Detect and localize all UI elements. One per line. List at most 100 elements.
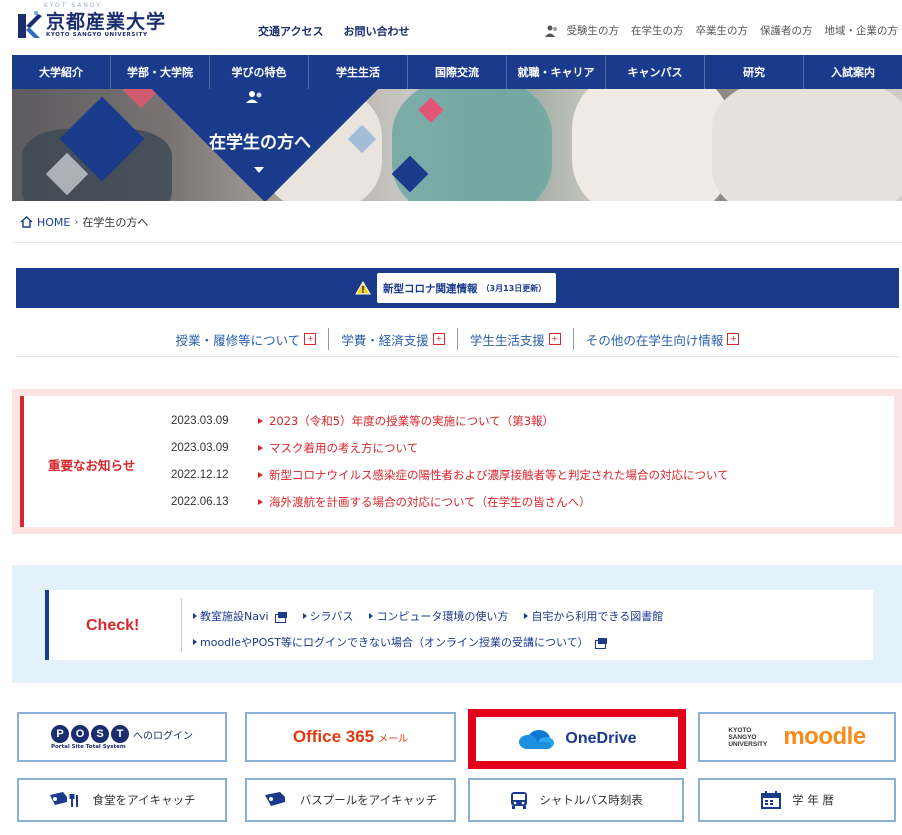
post-logo: P O S T Portal Site Total System xyxy=(51,724,129,750)
classroom-navi-link[interactable]: 教室施設Navi xyxy=(193,608,287,624)
gnav-research[interactable]: 研究 xyxy=(705,55,804,89)
login-trouble-link[interactable]: moodleやPOST等にログインできない場合（オンライン授業の受講について） xyxy=(193,634,607,650)
hero-banner: 在学生の方へ xyxy=(12,89,902,201)
link-label: moodleやPOST等にログインできない場合（オンライン授業の受講について） xyxy=(200,636,589,649)
bus-pool-eyecatch-button[interactable]: バスプールをアイキャッチ xyxy=(245,778,456,822)
plus-icon: + xyxy=(304,333,317,345)
post-letter: T xyxy=(111,724,129,743)
onedrive-button[interactable]: OneDrive xyxy=(468,709,686,769)
triangle-right-icon xyxy=(302,613,307,619)
triangle-right-icon xyxy=(258,498,263,505)
breadcrumb: HOME › 在学生の方へ xyxy=(20,214,148,230)
moodle-logo: moodle xyxy=(783,723,866,750)
triangle-right-icon xyxy=(258,417,263,424)
link-label: 自宅から利用できる図書館 xyxy=(531,610,664,623)
remote-library-link[interactable]: 自宅から利用できる図書館 xyxy=(524,608,663,624)
notice-list: 2023.03.09 2023（令和5）年度の授業等の実施について（第3報） 2… xyxy=(171,407,729,515)
syllabus-link[interactable]: シラバス xyxy=(302,608,354,624)
gnav-campus[interactable]: キャンパス xyxy=(606,55,705,89)
post-letter: O xyxy=(71,724,89,743)
covid-info-label: 新型コロナ関連情報 xyxy=(383,282,478,295)
triangle-right-icon xyxy=(258,471,263,478)
logo-mark-icon xyxy=(18,11,42,38)
site-logo[interactable]: 京都産業大学 KYOTO SANGYO UNIVERSITY xyxy=(16,10,166,40)
breadcrumb-separator-icon: › xyxy=(74,216,79,228)
bus-icon xyxy=(511,792,528,809)
cafeteria-eyecatch-button[interactable]: 食堂をアイキャッチ xyxy=(17,778,227,822)
tab-tuition[interactable]: 学費・経済支援 + xyxy=(329,328,458,350)
divider xyxy=(12,242,902,243)
notice-title[interactable]: 2023（令和5）年度の授業等の実施について（第3報） xyxy=(269,413,554,429)
audience-parents[interactable]: 保護者の方 xyxy=(760,23,813,38)
tab-label: 授業・履修等について xyxy=(175,332,301,348)
computer-guide-link[interactable]: コンピュータ環境の使い方 xyxy=(369,608,508,624)
covid-info-link[interactable]: 新型コロナ関連情報 （3月13日更新） xyxy=(377,273,557,303)
camera-icon xyxy=(264,792,285,806)
gnav-features[interactable]: 学びの特色 xyxy=(210,55,309,89)
link-label: コンピュータ環境の使い方 xyxy=(376,610,509,623)
list-item[interactable]: 2022.12.12 新型コロナウイルス感染症の陽性者および濃厚接触者等と判定さ… xyxy=(171,461,729,488)
list-item[interactable]: 2022.06.13 海外渡航を計画する場合の対応について（在学生の皆さんへ） xyxy=(171,488,729,515)
post-letter: P xyxy=(51,724,69,743)
notice-date: 2023.03.09 xyxy=(171,414,229,427)
gnav-faculties[interactable]: 学部・大学院 xyxy=(111,55,210,89)
gnav-admissions[interactable]: 入試案内 xyxy=(804,55,902,89)
check-label: Check! xyxy=(86,617,140,634)
office365-mail-button[interactable]: Office 365 メール xyxy=(245,712,456,762)
tab-label: 学生生活支援 xyxy=(469,332,545,348)
office365-label: Office 365 xyxy=(292,727,375,746)
gnav-international[interactable]: 国際交流 xyxy=(408,55,507,89)
gnav-about[interactable]: 大学紹介 xyxy=(12,55,111,89)
moodle-button[interactable]: KYOTO SANGYO UNIVERSITY moodle xyxy=(698,712,896,762)
caret-down-icon xyxy=(254,167,264,173)
gnav-career[interactable]: 就職・キャリア xyxy=(507,55,606,89)
triangle-right-icon xyxy=(193,613,197,619)
notice-title[interactable]: 新型コロナウイルス感染症の陽性者および濃厚接触者等と判定された場合の対応について xyxy=(269,467,729,483)
shuttle-label: シャトルバス時刻表 xyxy=(539,793,643,807)
logo-name: 京都産業大学 xyxy=(46,11,167,33)
external-link-icon xyxy=(274,611,287,623)
post-login-button[interactable]: P O S T Portal Site Total System へのログイン xyxy=(17,712,227,762)
link-label: シラバス xyxy=(309,610,354,623)
tab-classes[interactable]: 授業・履修等について + xyxy=(164,328,330,350)
moodle-k3: UNIVERSITY xyxy=(728,740,768,748)
calendar-icon xyxy=(761,791,782,809)
tab-label: その他の在学生向け情報 xyxy=(585,332,724,348)
home-icon xyxy=(20,216,33,228)
post-subtitle: Portal Site Total System xyxy=(51,743,126,750)
notice-date: 2022.12.12 xyxy=(171,468,229,481)
audience-alumni[interactable]: 卒業生の方 xyxy=(696,23,749,38)
triangle-right-icon xyxy=(369,613,374,619)
covid-info-bar[interactable]: 新型コロナ関連情報 （3月13日更新） xyxy=(16,268,899,308)
list-item[interactable]: 2023.03.09 2023（令和5）年度の授業等の実施について（第3報） xyxy=(171,407,729,434)
onedrive-label: OneDrive xyxy=(565,730,637,747)
notice-title[interactable]: 海外渡航を計画する場合の対応について（在学生の皆さんへ） xyxy=(269,494,591,510)
moodle-k2: SANGYO xyxy=(728,733,757,741)
person-icon xyxy=(544,25,557,37)
logo-eyebrow: KYOT SANGY xyxy=(44,2,102,9)
covid-info-updated: （3月13日更新） xyxy=(481,283,547,293)
access-link[interactable]: 交通アクセス xyxy=(258,23,323,39)
divider xyxy=(16,356,899,357)
audience-prospective[interactable]: 受験生の方 xyxy=(567,23,620,38)
triangle-right-icon xyxy=(193,639,197,645)
list-item[interactable]: 2023.03.09 マスク着用の考え方について xyxy=(171,434,729,461)
contact-link[interactable]: お問い合わせ xyxy=(343,23,409,39)
post-letter: S xyxy=(91,724,109,743)
office365-mail-label: メール xyxy=(378,733,409,745)
onedrive-cloud-icon xyxy=(519,730,555,749)
audience-community[interactable]: 地域・企業の方 xyxy=(825,23,899,38)
tab-student-support[interactable]: 学生生活支援 + xyxy=(458,328,574,350)
important-notice-label: 重要なお知らせ xyxy=(48,458,136,473)
notice-title[interactable]: マスク着用の考え方について xyxy=(269,440,418,456)
divider xyxy=(181,598,182,652)
audience-current[interactable]: 在学生の方 xyxy=(631,23,684,38)
notice-date: 2022.06.13 xyxy=(171,495,229,508)
post-login-label: へのログイン xyxy=(133,730,193,742)
tab-other-info[interactable]: その他の在学生向け情報 + xyxy=(574,328,752,350)
notice-date: 2023.03.09 xyxy=(171,441,229,454)
shuttle-bus-timetable-button[interactable]: シャトルバス時刻表 xyxy=(468,778,684,822)
academic-calendar-button[interactable]: 学 年 暦 xyxy=(698,778,896,822)
breadcrumb-home[interactable]: HOME xyxy=(37,216,70,229)
gnav-student-life[interactable]: 学生生活 xyxy=(309,55,408,89)
